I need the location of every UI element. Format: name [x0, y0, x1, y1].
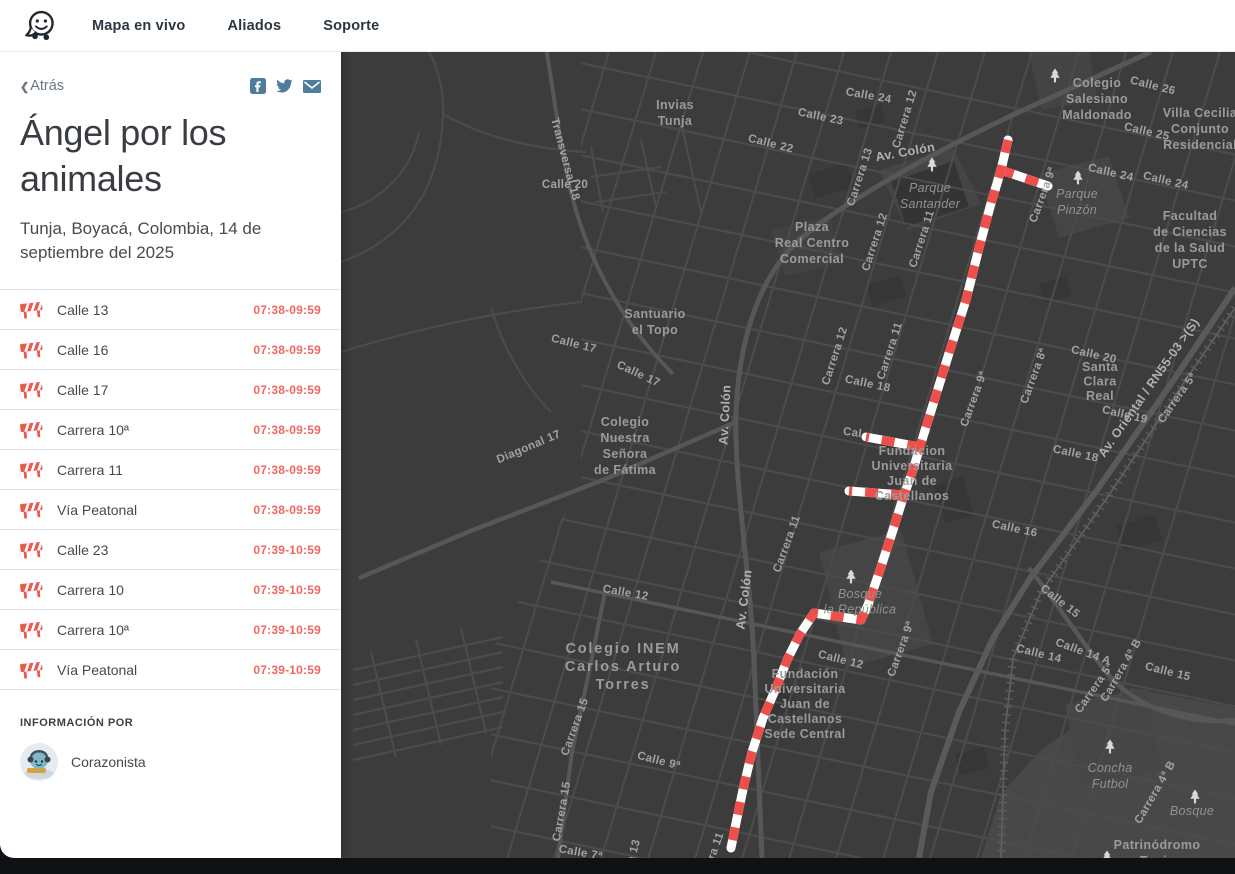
closure-street-name: Carrera 11	[57, 461, 123, 478]
closure-time-range: 07:38-09:59	[253, 462, 321, 477]
road-closure-barrier-icon	[19, 499, 44, 520]
closure-time-range: 07:39-10:59	[253, 622, 321, 637]
closure-time-range: 07:38-09:59	[253, 342, 321, 357]
closure-street-name: Calle 13	[57, 301, 109, 318]
closure-row[interactable]: Carrera 10ª 07:39-10:59	[0, 610, 341, 650]
closure-row[interactable]: Calle 17 07:38-09:59	[0, 370, 341, 410]
page-title: Ángel por los animales	[20, 112, 227, 199]
nav-link-soporte[interactable]: Soporte	[323, 18, 379, 34]
chevron-left-icon: ❮	[20, 81, 30, 93]
top-navbar: Mapa en vivo Aliados Soporte	[0, 0, 1235, 52]
closure-street-name: Carrera 10ª	[57, 421, 130, 438]
closure-time-range: 07:38-09:59	[253, 422, 321, 437]
share-buttons	[250, 78, 321, 94]
closure-time-range: 07:38-09:59	[253, 502, 321, 517]
closure-row[interactable]: Vía Peatonal 07:39-10:59	[0, 650, 341, 690]
closure-time-range: 07:38-09:59	[253, 382, 321, 397]
email-icon[interactable]	[303, 79, 321, 93]
closure-street-name: Calle 16	[57, 341, 109, 358]
map-canvas[interactable]: Invias Tunja Calle 23 Calle 24 Carrera 12 Cal…	[341, 52, 1235, 858]
road-closure-barrier-icon	[19, 419, 44, 440]
closure-time-range: 07:39-10:59	[253, 542, 321, 557]
closure-row[interactable]: Carrera 11 07:38-09:59	[0, 450, 341, 490]
closure-street-name: Calle 17	[57, 381, 109, 398]
event-sidebar: ❮ Atrás Ángel por los animales Tunja, Bo…	[0, 52, 341, 858]
closure-time-range: 07:38-09:59	[253, 302, 321, 317]
closure-street-name: Carrera 10	[57, 581, 124, 598]
closure-row[interactable]: Carrera 10ª 07:38-09:59	[0, 410, 341, 450]
info-section: INFORMACIÓN POR Corazonista	[0, 690, 341, 781]
closure-row[interactable]: Calle 23 07:39-10:59	[0, 530, 341, 570]
closure-time-range: 07:39-10:59	[253, 582, 321, 597]
map-label: Villa Cecilia Conjunto Residencial	[1163, 106, 1235, 152]
nav-link-aliados[interactable]: Aliados	[227, 18, 281, 34]
road-closure-barrier-icon	[19, 459, 44, 480]
road-closure-barrier-icon	[19, 539, 44, 560]
avatar	[20, 743, 58, 781]
closure-street-name: Carrera 10ª	[57, 621, 130, 638]
closure-street-name: Calle 23	[57, 541, 109, 558]
back-label: Atrás	[30, 78, 65, 94]
road-closure-barrier-icon	[19, 619, 44, 640]
map-label: Bosque	[1170, 804, 1214, 818]
closure-row[interactable]: Calle 16 07:38-09:59	[0, 330, 341, 370]
info-provider-name: Corazonista	[71, 754, 146, 770]
waze-logo-icon[interactable]	[22, 7, 58, 45]
road-closure-barrier-icon	[19, 339, 44, 360]
facebook-icon[interactable]	[250, 78, 266, 94]
nav-links: Mapa en vivo Aliados Soporte	[92, 18, 379, 34]
road-closure-barrier-icon	[19, 579, 44, 600]
closure-street-name: Vía Peatonal	[57, 501, 138, 518]
closure-time-range: 07:39-10:59	[253, 662, 321, 677]
map-label: Santa Clara Real	[1082, 360, 1119, 403]
event-location-date: Tunja, Boyacá, Colombia, 14 de septiembr…	[20, 219, 262, 262]
back-link[interactable]: ❮ Atrás	[20, 78, 64, 94]
road-closure-barrier-icon	[19, 379, 44, 400]
info-by-label: INFORMACIÓN POR	[20, 717, 134, 729]
nav-link-mapa-en-vivo[interactable]: Mapa en vivo	[92, 18, 185, 34]
closure-row[interactable]: Vía Peatonal 07:38-09:59	[0, 490, 341, 530]
map-label: Calle 20	[542, 179, 588, 191]
closure-row[interactable]: Calle 13 07:38-09:59	[0, 290, 341, 330]
closure-row[interactable]: Carrera 10 07:39-10:59	[0, 570, 341, 610]
bottom-bar	[0, 858, 1235, 874]
waze-live-map-page: Mapa en vivo Aliados Soporte ❮ Atrás Áng…	[0, 0, 1235, 874]
road-closure-barrier-icon	[19, 659, 44, 680]
closure-street-name: Vía Peatonal	[57, 661, 138, 678]
closure-list: Calle 13 07:38-09:59 Calle 16 07:38-09:59 Ca…	[0, 289, 341, 690]
twitter-icon[interactable]	[276, 78, 293, 94]
road-closure-barrier-icon	[19, 299, 44, 320]
